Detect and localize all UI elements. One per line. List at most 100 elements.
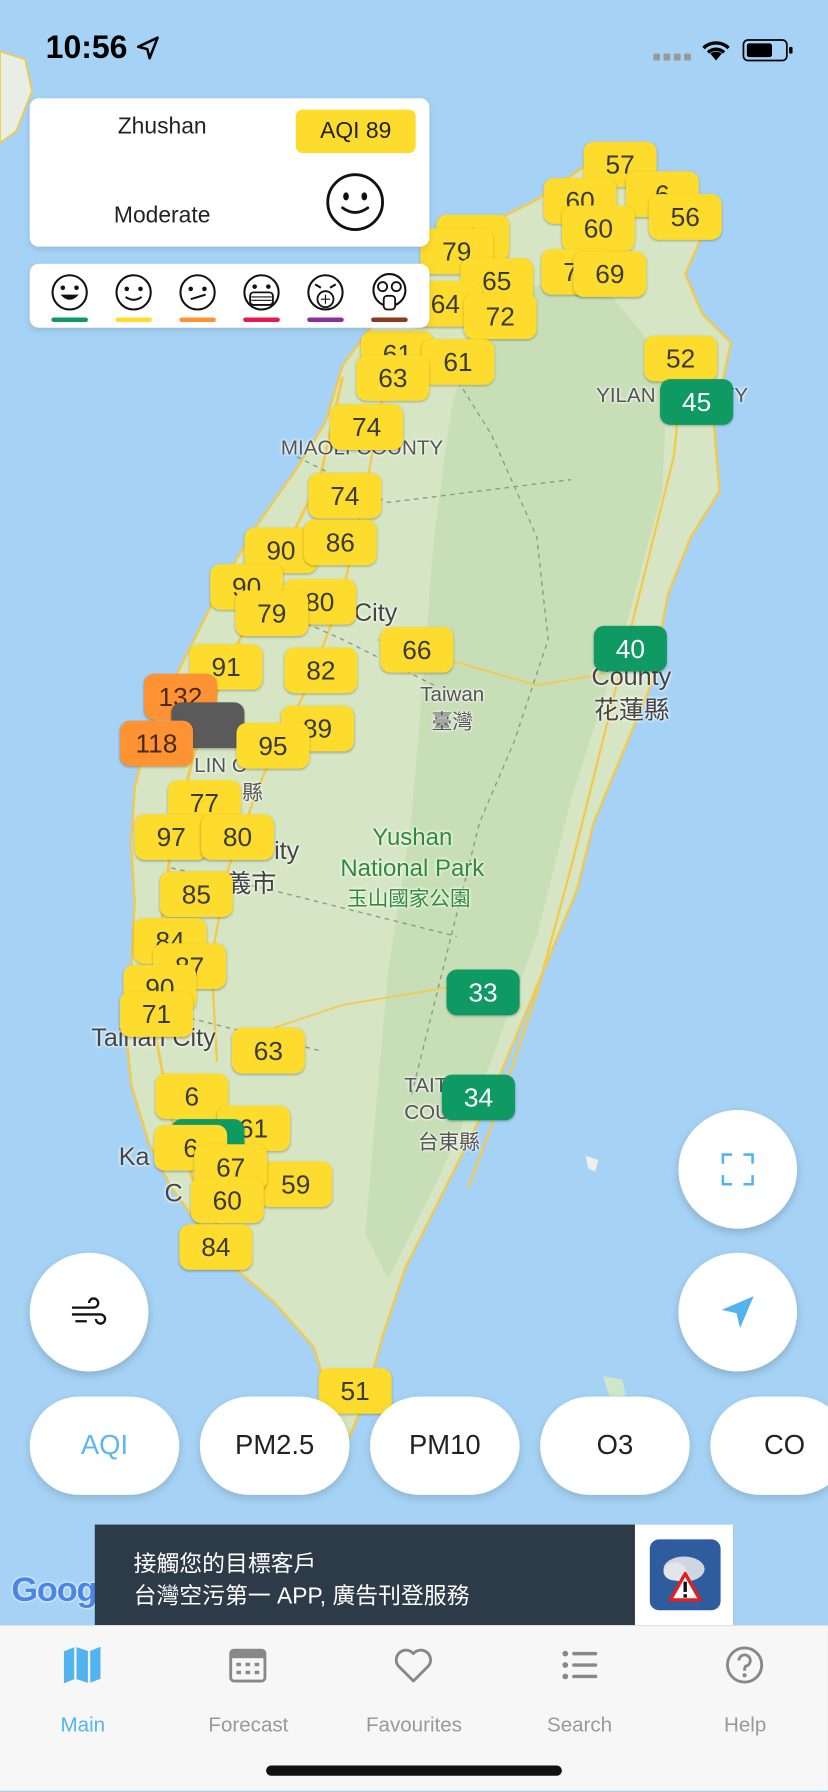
map-label-chiayi-zh: 義市 <box>226 869 277 898</box>
legend-hazardous <box>367 271 413 324</box>
tab-main[interactable]: Main <box>0 1642 166 1736</box>
smile-face-icon <box>115 274 152 311</box>
heart-icon <box>394 1648 432 1683</box>
station-marker[interactable]: 66 <box>380 626 454 673</box>
map-label-taichung: City <box>354 598 398 627</box>
tab-favourites-label: Favourites <box>365 1713 462 1736</box>
station-marker[interactable]: 95 <box>236 722 310 769</box>
list-icon <box>562 1650 598 1680</box>
map-label-yushan-2: National Park <box>340 855 485 882</box>
map-label-yunlin-zh: 縣 <box>242 781 263 804</box>
happy-face-icon <box>51 274 88 311</box>
station-marker[interactable]: 60 <box>561 205 635 252</box>
wind-layer-button[interactable] <box>29 1252 149 1372</box>
station-marker[interactable]: 74 <box>308 472 382 519</box>
station-marker[interactable]: 45 <box>660 379 734 425</box>
legend-unhealthy <box>239 271 285 324</box>
tab-favourites[interactable]: Favourites <box>331 1642 497 1736</box>
pollutant-tab-pm25[interactable]: PM2.5 <box>199 1396 350 1495</box>
aqi-badge: AQI 89 <box>295 109 416 154</box>
station-marker[interactable]: 82 <box>284 647 358 694</box>
station-marker[interactable]: 52 <box>644 335 718 382</box>
aqi-level-label: Moderate <box>113 203 211 229</box>
station-marker[interactable]: 72 <box>463 293 537 340</box>
legend-good <box>47 271 93 324</box>
station-marker[interactable]: 59 <box>259 1161 333 1208</box>
tab-help[interactable]: Help <box>662 1642 828 1736</box>
map-label-taiwan-zh: 臺灣 <box>431 710 473 734</box>
station-marker[interactable]: 118 <box>119 720 193 767</box>
google-logo: Goog <box>11 1571 97 1610</box>
station-marker[interactable]: 63 <box>231 1027 305 1074</box>
ad-banner[interactable]: 接觸您的目標客戶 台灣空污第一 APP, 廣告刊登服務 <box>94 1524 734 1626</box>
tab-search[interactable]: Search <box>497 1642 663 1736</box>
smile-face-icon <box>326 173 384 231</box>
tab-main-label: Main <box>60 1713 106 1736</box>
station-marker[interactable]: 97 <box>134 814 208 860</box>
wifi-icon <box>702 41 730 61</box>
map-label-hualien-zh: 花蓮縣 <box>593 695 670 725</box>
legend-very-unhealthy <box>303 271 349 324</box>
uneasy-face-icon <box>179 274 216 311</box>
home-indicator <box>266 1765 562 1776</box>
station-marker[interactable]: 80 <box>200 814 275 860</box>
map-label-yushan-zh: 玉山國家公園 <box>347 887 471 911</box>
cloud-warning-icon <box>663 1556 705 1602</box>
map-label-taitung-1: TAIT <box>404 1073 448 1097</box>
station-marker[interactable]: 33 <box>446 969 520 1016</box>
tab-forecast[interactable]: Forecast <box>166 1642 332 1736</box>
google-logo-text: Goog <box>11 1571 97 1610</box>
pollutant-tab-co[interactable]: CO <box>710 1396 828 1495</box>
tab-help-label: Help <box>724 1713 767 1736</box>
map-label-kaohsiung-2: C <box>164 1178 183 1208</box>
status-bar: 10:56 <box>0 0 828 91</box>
station-name: Zhushan <box>117 114 207 140</box>
tab-search-label: Search <box>546 1713 613 1736</box>
station-marker[interactable]: 34 <box>441 1074 516 1121</box>
fullscreen-button[interactable] <box>678 1110 798 1229</box>
fullscreen-icon <box>721 1153 754 1186</box>
station-marker[interactable]: 40 <box>593 625 667 672</box>
location-arrow-icon <box>136 36 159 60</box>
station-info-card[interactable]: Zhushan AQI 89 Moderate <box>29 98 430 247</box>
ad-line-2: 台灣空污第一 APP, 廣告刊登服務 <box>133 1583 470 1610</box>
pollutant-tab-pm10[interactable]: PM10 <box>370 1396 520 1495</box>
respirator-face-icon <box>307 274 344 311</box>
legend-sensitive <box>175 271 221 324</box>
station-marker[interactable]: 60 <box>190 1177 264 1224</box>
battery-icon <box>742 39 793 62</box>
my-location-button[interactable] <box>678 1252 798 1372</box>
station-marker[interactable]: 71 <box>119 991 193 1037</box>
station-marker[interactable]: 56 <box>648 194 722 240</box>
legend-moderate <box>111 271 157 324</box>
pollutant-tab-o3[interactable]: O3 <box>540 1396 690 1495</box>
cellular-signal-icon <box>653 53 691 61</box>
help-icon <box>726 1646 764 1684</box>
station-marker[interactable]: 74 <box>330 404 404 450</box>
map-label-yushan-1: Yushan <box>372 824 453 851</box>
station-marker[interactable]: 86 <box>303 519 377 566</box>
station-marker[interactable]: 69 <box>573 251 647 297</box>
map-label-taitung-zh: 台東縣 <box>417 1130 480 1154</box>
map-label-chiayi: ity <box>274 835 300 865</box>
map-icon <box>63 1646 101 1684</box>
station-marker[interactable]: 85 <box>159 871 233 918</box>
station-marker[interactable]: 84 <box>179 1224 253 1270</box>
ad-line-1: 接觸您的目標客戶 <box>133 1551 317 1578</box>
ad-image[interactable] <box>634 1524 734 1626</box>
map-label-taiwan-en: Taiwan <box>420 682 485 706</box>
calendar-icon <box>229 1648 267 1683</box>
tab-forecast-label: Forecast <box>208 1713 289 1736</box>
station-marker[interactable]: 61 <box>421 339 495 385</box>
station-marker[interactable]: 79 <box>235 590 309 637</box>
app-icon <box>649 1539 721 1611</box>
location-arrow-icon <box>721 1296 754 1329</box>
pollutant-tab-aqi[interactable]: AQI <box>29 1396 180 1495</box>
map-label-kaohsiung: Ka <box>118 1142 150 1171</box>
mask-face-icon <box>243 274 280 311</box>
wind-icon <box>71 1297 107 1325</box>
aqi-legend <box>29 263 430 328</box>
station-marker[interactable]: 63 <box>356 355 430 401</box>
status-time: 10:56 <box>45 29 128 66</box>
gas-mask-face-icon <box>372 273 407 311</box>
